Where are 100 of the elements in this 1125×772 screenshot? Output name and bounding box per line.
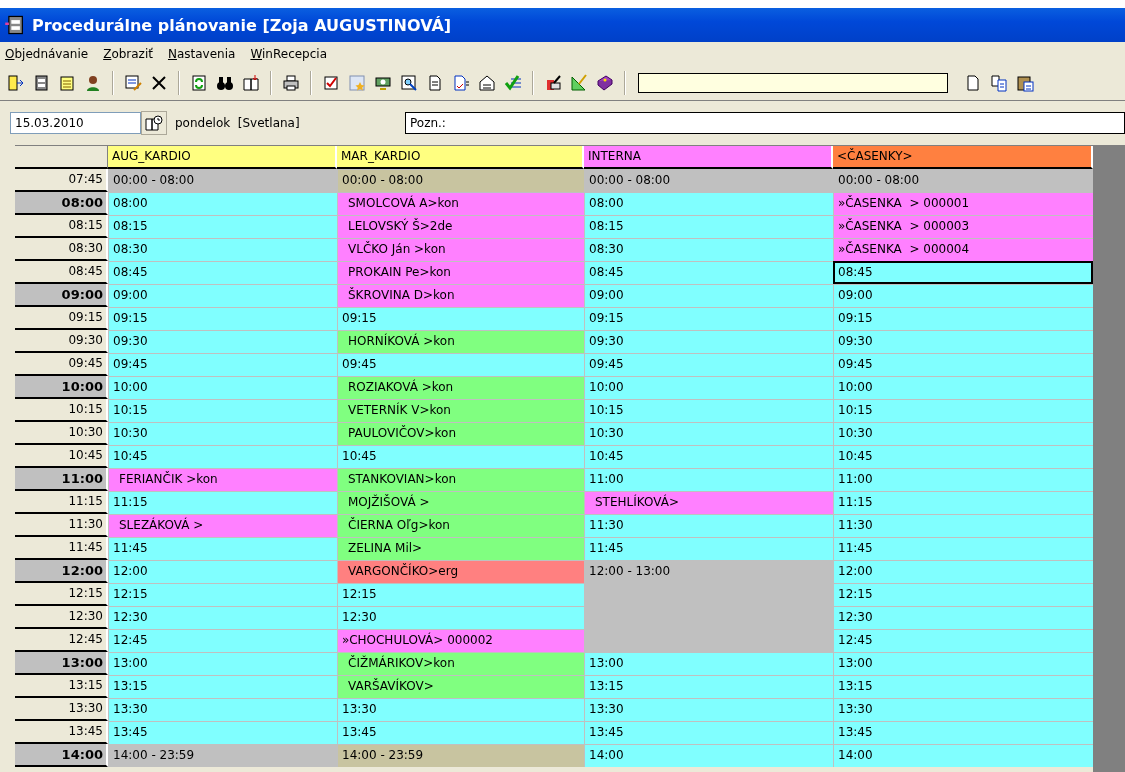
triangle-ruler-icon[interactable] — [570, 74, 588, 92]
slot-cell[interactable]: MOJŽIŠOVÁ > — [337, 491, 584, 514]
calendar-button[interactable] — [141, 111, 167, 135]
person-icon[interactable] — [84, 74, 102, 92]
slot-cell[interactable]: SLEZÁKOVÁ > — [108, 514, 337, 537]
slot-cell[interactable]: VARŠAVÍKOV> — [337, 675, 584, 698]
slot-cell[interactable]: 13:00 — [584, 652, 833, 675]
slot-cell[interactable]: 12:00 - 13:00 — [584, 560, 833, 583]
slot-cell[interactable]: 13:45 — [108, 721, 337, 744]
close-icon[interactable] — [150, 74, 168, 92]
copy-icon[interactable] — [990, 74, 1008, 92]
slot-cell[interactable]: 00:00 - 08:00 — [584, 169, 833, 192]
slot-cell[interactable]: 08:45 — [108, 261, 337, 284]
book-add-icon[interactable] — [242, 74, 260, 92]
menu-item[interactable]: Objednávanie — [5, 47, 89, 61]
menu-item[interactable]: Nastavenia — [167, 47, 236, 61]
slot-cell[interactable]: »ČASENKA > 000004 — [833, 238, 1093, 261]
slot-cell[interactable]: 13:45 — [584, 721, 833, 744]
printer-icon[interactable] — [282, 74, 300, 92]
slot-cell[interactable]: »ČASENKA > 000003 — [833, 215, 1093, 238]
slot-cell[interactable]: STANKOVIAN>kon — [337, 468, 584, 491]
slot-cell[interactable]: 12:30 — [108, 606, 337, 629]
slot-cell[interactable]: 13:15 — [833, 675, 1093, 698]
slot-cell[interactable]: 13:30 — [108, 698, 337, 721]
refresh-icon[interactable] — [190, 74, 208, 92]
slot-cell[interactable]: 12:45 — [833, 629, 1093, 652]
slot-cell[interactable]: 09:15 — [108, 307, 337, 330]
slot-cell[interactable]: 10:00 — [833, 376, 1093, 399]
slot-cell[interactable]: 10:15 — [108, 399, 337, 422]
slot-cell[interactable]: 14:00 — [833, 744, 1093, 767]
slot-cell[interactable]: 12:15 — [337, 583, 584, 606]
slot-cell[interactable]: 10:30 — [584, 422, 833, 445]
binoculars-icon[interactable] — [216, 74, 234, 92]
menu-item[interactable]: Zobraziť — [103, 47, 153, 61]
slot-cell[interactable]: 09:45 — [584, 353, 833, 376]
slot-cell[interactable]: 09:30 — [108, 330, 337, 353]
slot-cell[interactable]: 09:15 — [584, 307, 833, 330]
slot-cell[interactable]: 09:45 — [337, 353, 584, 376]
date-field[interactable]: 15.03.2010 — [10, 112, 141, 134]
slot-cell[interactable]: 09:45 — [833, 353, 1093, 376]
slot-cell[interactable]: 08:15 — [108, 215, 337, 238]
slot-cell[interactable]: 08:15 — [584, 215, 833, 238]
slot-cell[interactable]: 13:15 — [108, 675, 337, 698]
slot-cell[interactable]: 09:15 — [833, 307, 1093, 330]
slot-cell[interactable]: 11:45 — [833, 537, 1093, 560]
column-header[interactable]: INTERNA — [584, 146, 833, 169]
slot-cell[interactable]: 09:00 — [584, 284, 833, 307]
toolbar-field[interactable] — [638, 73, 948, 93]
slot-cell[interactable]: 11:15 — [108, 491, 337, 514]
slot-cell[interactable]: 09:15 — [337, 307, 584, 330]
slot-cell[interactable]: 10:45 — [108, 445, 337, 468]
slot-cell[interactable]: 12:00 — [833, 560, 1093, 583]
column-header[interactable]: MAR_KARDIO — [337, 146, 584, 169]
slot-cell[interactable]: 08:30 — [584, 238, 833, 261]
menu-item[interactable]: WinRecepcia — [250, 47, 328, 61]
slot-cell[interactable]: 12:15 — [108, 583, 337, 606]
slot-cell[interactable]: STEHLÍKOVÁ> — [584, 491, 833, 514]
slot-cell[interactable]: PROKAIN Pe>kon — [337, 261, 584, 284]
column-header[interactable]: <ČASENKY> — [833, 146, 1093, 169]
slot-cell[interactable]: 08:45 — [833, 261, 1093, 284]
slot-cell[interactable]: 10:45 — [337, 445, 584, 468]
slot-cell[interactable]: 13:30 — [337, 698, 584, 721]
slot-cell[interactable]: ČIERNA Oľg>kon — [337, 514, 584, 537]
slot-cell[interactable]: 09:45 — [108, 353, 337, 376]
slot-cell[interactable]: 11:15 — [833, 491, 1093, 514]
note-field[interactable]: Pozn.: — [405, 112, 1125, 134]
slot-cell[interactable]: 10:15 — [833, 399, 1093, 422]
slot-cell[interactable]: 10:00 — [584, 376, 833, 399]
slot-cell[interactable]: VETERNÍK V>kon — [337, 399, 584, 422]
slot-cell[interactable]: 08:30 — [108, 238, 337, 261]
search-document-icon[interactable] — [400, 74, 418, 92]
slot-cell[interactable]: 09:30 — [584, 330, 833, 353]
slot-cell[interactable]: 14:00 — [584, 744, 833, 767]
slot-cell[interactable]: ŠKROVINA D>kon — [337, 284, 584, 307]
slot-cell[interactable]: 12:45 — [108, 629, 337, 652]
slot-cell[interactable]: 09:30 — [833, 330, 1093, 353]
slot-cell[interactable]: 10:15 — [584, 399, 833, 422]
slot-cell[interactable]: 13:45 — [833, 721, 1093, 744]
slot-cell[interactable]: 10:45 — [833, 445, 1093, 468]
slot-cell[interactable]: 13:15 — [584, 675, 833, 698]
slot-cell[interactable]: 13:45 — [337, 721, 584, 744]
slot-cell[interactable]: 11:00 — [584, 468, 833, 491]
slot-cell[interactable]: »CHOCHULOVÁ> 000002 — [337, 629, 584, 652]
slot-cell[interactable]: 11:45 — [584, 537, 833, 560]
slot-cell[interactable]: 13:30 — [584, 698, 833, 721]
slot-cell[interactable]: 14:00 - 23:59 — [108, 744, 337, 767]
slot-cell[interactable]: 10:30 — [108, 422, 337, 445]
door-icon[interactable] — [6, 74, 24, 92]
slot-cell[interactable]: 11:45 — [108, 537, 337, 560]
slot-cell[interactable]: 00:00 - 08:00 — [337, 169, 584, 192]
slot-cell[interactable]: 11:30 — [833, 514, 1093, 537]
slot-cell[interactable]: 09:00 — [108, 284, 337, 307]
document-check-icon[interactable] — [452, 74, 470, 92]
notepad-icon[interactable] — [58, 74, 76, 92]
slot-cell[interactable]: 12:30 — [337, 606, 584, 629]
slot-cell[interactable]: 12:30 — [833, 606, 1093, 629]
slot-cell[interactable]: VLČKO Ján >kon — [337, 238, 584, 261]
cabinet-icon[interactable] — [32, 74, 50, 92]
checklist-icon[interactable] — [504, 74, 522, 92]
slot-cell[interactable]: 13:00 — [108, 652, 337, 675]
